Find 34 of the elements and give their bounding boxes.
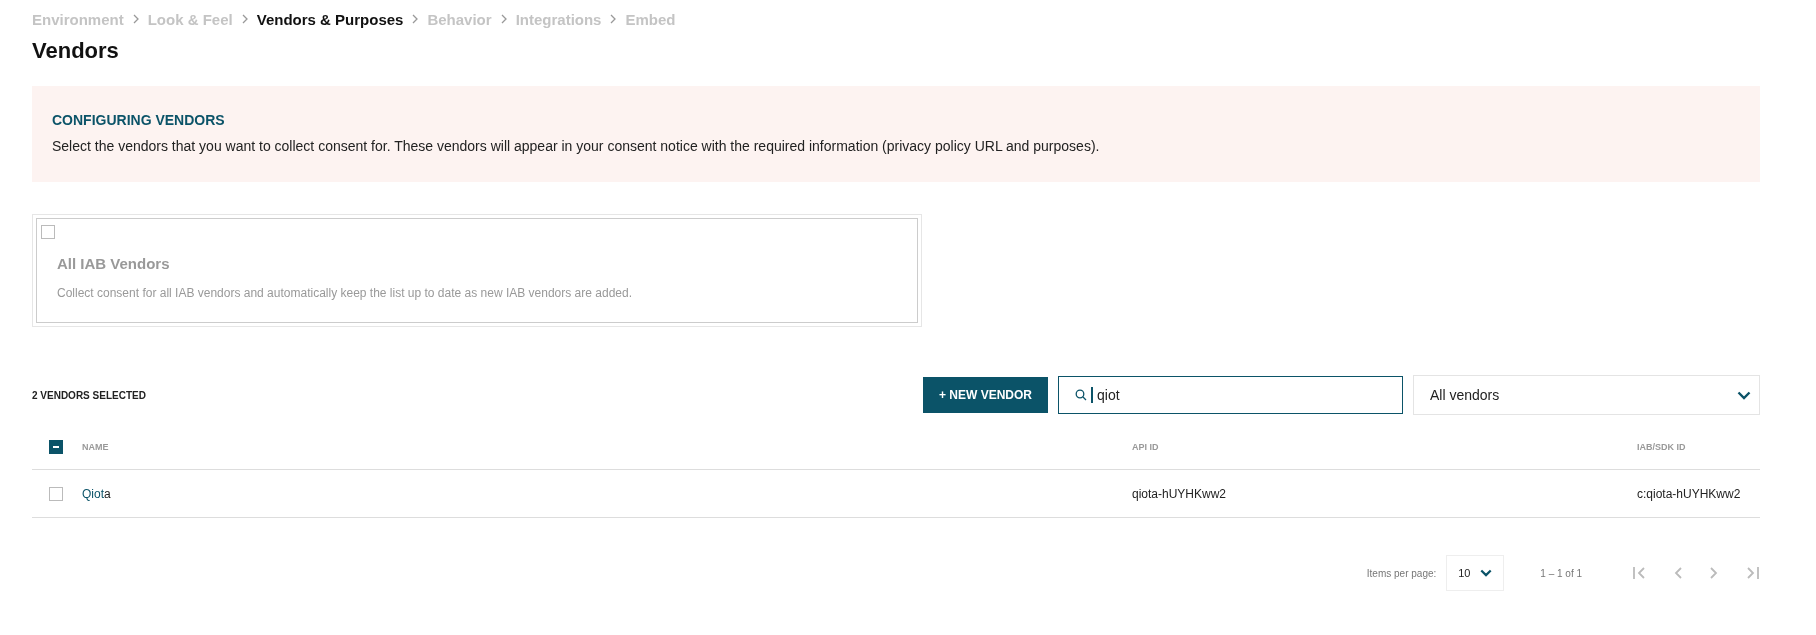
row-checkbox[interactable]	[49, 486, 63, 501]
checkbox[interactable]	[41, 225, 55, 239]
selected-count: 2 VENDORS SELECTED	[32, 389, 147, 401]
vendor-filter-dropdown[interactable]: All vendors	[1413, 375, 1760, 415]
card-title: All IAB Vendors	[57, 255, 171, 272]
breadcrumb-link[interactable]: Vendors & Purposes	[256, 10, 404, 28]
chevron-right-icon	[240, 13, 249, 25]
chevron-right-icon	[411, 13, 420, 25]
page-range: 1 – 1 of 1	[1540, 567, 1582, 579]
chevron-right-icon	[499, 13, 508, 25]
previous-page-icon[interactable]	[1672, 565, 1684, 581]
items-per-page-label: Items per page:	[1366, 567, 1437, 579]
column-header: API ID	[1132, 442, 1160, 452]
search-icon	[1075, 389, 1087, 401]
vendor-name-link[interactable]: Qiota	[82, 486, 1132, 501]
column-header: IAB/SDK ID	[1637, 442, 1687, 452]
notice-text: Select the vendors that you want to collect consent for. These vendors will appear in your consent notice with the required information (privacy policy URL and purposes).	[52, 138, 1101, 154]
chevron-down-icon	[1737, 390, 1751, 400]
first-page-icon[interactable]	[1632, 565, 1648, 581]
chevron-right-icon	[131, 13, 140, 25]
page-size-dropdown[interactable]: 10	[1446, 555, 1505, 591]
table-cell-text: c:qiota-hUYHKww2	[1637, 486, 1742, 501]
search-field[interactable]: qiot	[1058, 376, 1403, 414]
chevron-down-icon	[1480, 569, 1493, 577]
select-all-checkbox[interactable]	[49, 440, 63, 454]
last-page-icon[interactable]	[1744, 565, 1760, 581]
chevron-right-icon	[609, 13, 618, 25]
table-cell-text: qiota-hUYHKww2	[1132, 486, 1228, 501]
next-page-icon[interactable]	[1708, 565, 1720, 581]
column-header: NAME	[82, 442, 110, 452]
card-description: Collect consent for all IAB vendors and automatically keep the list up to date as new IAB vendors are added.	[57, 286, 633, 300]
notice-title: CONFIGURING VENDORS	[52, 112, 226, 128]
new-vendor-button[interactable]: + NEW VENDOR	[923, 377, 1048, 413]
page-title: Vendors	[32, 38, 120, 64]
